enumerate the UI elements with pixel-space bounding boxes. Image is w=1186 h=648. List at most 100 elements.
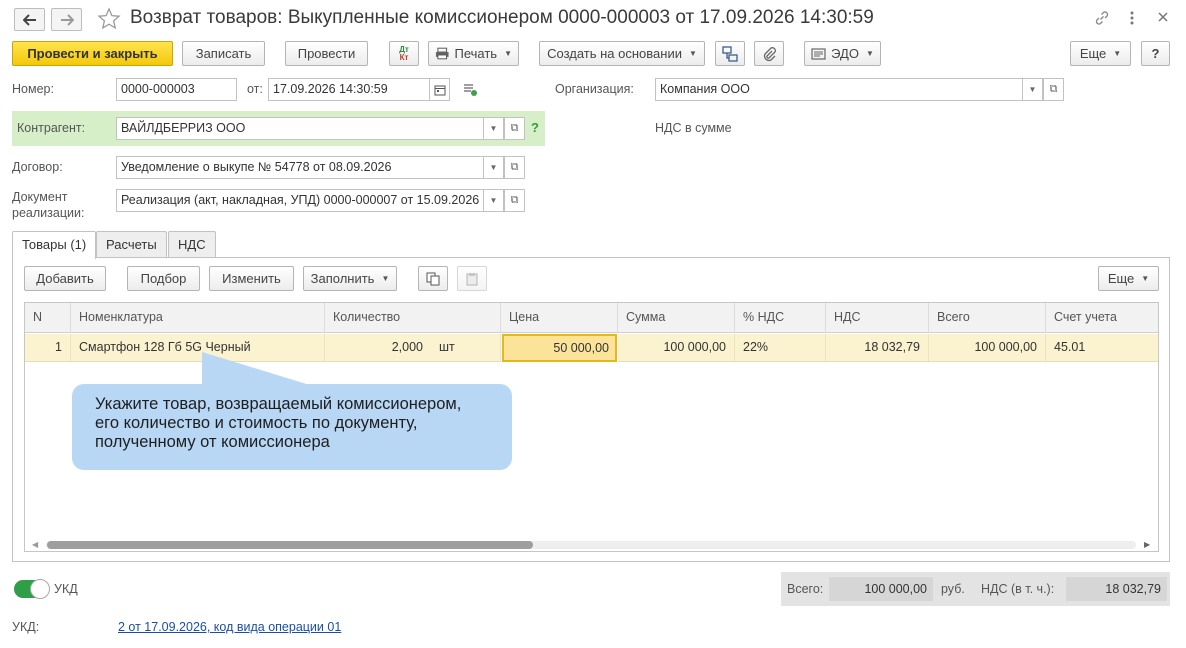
- column-header-price[interactable]: Цена: [501, 303, 618, 333]
- open-window-icon: ⧉: [510, 122, 519, 134]
- contract-field[interactable]: Уведомление о выкупе № 54778 от 08.09.20…: [116, 156, 484, 179]
- total-label: Всего:: [787, 582, 824, 596]
- add-row-button[interactable]: Добавить: [24, 266, 106, 291]
- number-field[interactable]: 0000-000003: [116, 78, 237, 101]
- post-button[interactable]: Провести: [285, 41, 368, 66]
- vat-total-value: 18 032,79: [1066, 577, 1167, 601]
- back-button[interactable]: [14, 8, 45, 31]
- dt-kt-button[interactable]: Дт Кт: [389, 41, 419, 66]
- number-history-icon[interactable]: [462, 83, 478, 100]
- ukd-label: УКД:: [12, 620, 40, 634]
- chevron-down-icon: ▼: [381, 274, 390, 283]
- chevron-down-icon: ▼: [1028, 85, 1037, 94]
- column-header-account[interactable]: Счет учета: [1046, 303, 1158, 333]
- chevron-down-icon: ▼: [1141, 274, 1150, 283]
- print-button[interactable]: Печать ▼: [428, 41, 519, 66]
- column-header-n[interactable]: N: [25, 303, 71, 333]
- table-more-button[interactable]: Еще ▼: [1098, 266, 1159, 291]
- sale-document-field[interactable]: Реализация (акт, накладная, УПД) 0000-00…: [116, 189, 484, 212]
- open-window-icon: ⧉: [1049, 83, 1058, 95]
- ukd-toggle-label: УКД: [54, 582, 78, 596]
- chevron-down-icon: ▼: [688, 49, 697, 58]
- scrollbar-thumb[interactable]: [47, 541, 533, 549]
- help-button[interactable]: ?: [1141, 41, 1170, 66]
- cell-vat[interactable]: 18 032,79: [826, 334, 929, 362]
- column-header-item[interactable]: Номенклатура: [71, 303, 325, 333]
- hint-callout: Укажите товар, возвращаемый комиссионеро…: [72, 384, 512, 470]
- sale-doc-label-line1: Документ: [12, 190, 68, 204]
- dt-kt-icon: Дт Кт: [399, 44, 409, 62]
- cell-unit[interactable]: шт: [431, 334, 501, 362]
- contract-label: Договор:: [12, 160, 63, 174]
- attach-button[interactable]: [754, 41, 784, 66]
- scroll-left-icon[interactable]: ◀: [32, 540, 38, 549]
- contract-open-button[interactable]: ⧉: [504, 156, 525, 179]
- edo-icon: [811, 47, 826, 60]
- copy-rows-button[interactable]: [418, 266, 448, 291]
- cell-n[interactable]: 1: [25, 334, 71, 362]
- create-based-on-button[interactable]: Создать на основании ▼: [539, 41, 705, 66]
- chevron-down-icon: ▼: [865, 49, 874, 58]
- calendar-icon: [434, 85, 445, 95]
- copy-icon: [426, 272, 440, 285]
- contract-dropdown-button[interactable]: ▼: [483, 156, 504, 179]
- counterparty-open-button[interactable]: ⧉: [504, 117, 525, 140]
- paste-rows-button[interactable]: [457, 266, 487, 291]
- column-header-vat-rate[interactable]: % НДС: [735, 303, 826, 333]
- scroll-right-icon[interactable]: ▶: [1144, 540, 1150, 549]
- tab-vat[interactable]: НДС: [168, 231, 216, 258]
- vat-mode-link[interactable]: НДС в сумме: [655, 121, 732, 135]
- cell-total[interactable]: 100 000,00: [929, 334, 1046, 362]
- column-header-sum[interactable]: Сумма: [618, 303, 735, 333]
- column-header-total[interactable]: Всего: [929, 303, 1046, 333]
- counterparty-field[interactable]: ВАЙЛДБЕРРИЗ ООО: [116, 117, 484, 140]
- sale-doc-open-button[interactable]: ⧉: [504, 189, 525, 212]
- calendar-button[interactable]: [429, 78, 450, 101]
- counterparty-dropdown-button[interactable]: ▼: [483, 117, 504, 140]
- cell-vat-rate[interactable]: 22%: [735, 334, 826, 362]
- cell-account[interactable]: 45.01: [1046, 334, 1158, 362]
- printer-icon: [435, 47, 449, 60]
- save-button[interactable]: Записать: [182, 41, 265, 66]
- arrow-left-icon: [22, 13, 36, 26]
- counterparty-help-icon[interactable]: ?: [531, 120, 539, 135]
- structure-button[interactable]: [715, 41, 745, 66]
- close-icon[interactable]: [1157, 10, 1169, 26]
- cell-price[interactable]: 50 000,00: [502, 334, 617, 362]
- forward-button[interactable]: [51, 8, 82, 31]
- chevron-down-icon: ▼: [489, 196, 498, 205]
- organization-dropdown-button[interactable]: ▼: [1022, 78, 1043, 101]
- organization-field[interactable]: Компания ООО: [655, 78, 1023, 101]
- pick-button[interactable]: Подбор: [127, 266, 200, 291]
- total-value: 100 000,00: [829, 577, 933, 601]
- chevron-down-icon: ▼: [504, 49, 512, 58]
- tab-settlements[interactable]: Расчеты: [96, 231, 167, 258]
- post-and-close-button[interactable]: Провести и закрыть: [12, 41, 173, 66]
- edo-button[interactable]: ЭДО ▼: [804, 41, 881, 66]
- more-vertical-icon[interactable]: [1128, 10, 1136, 29]
- chevron-down-icon: ▼: [489, 163, 498, 172]
- column-header-quantity[interactable]: Количество: [325, 303, 501, 333]
- more-button[interactable]: Еще ▼: [1070, 41, 1131, 66]
- date-label: от:: [247, 82, 263, 96]
- chevron-down-icon: ▼: [1113, 49, 1122, 58]
- column-header-vat[interactable]: НДС: [826, 303, 929, 333]
- currency-label: руб.: [941, 582, 965, 596]
- change-button[interactable]: Изменить: [209, 266, 294, 291]
- organization-open-button[interactable]: ⧉: [1043, 78, 1064, 101]
- date-field[interactable]: 17.09.2026 14:30:59: [268, 78, 430, 101]
- cell-sum[interactable]: 100 000,00: [618, 334, 735, 362]
- tab-goods[interactable]: Товары (1): [12, 231, 97, 259]
- window-title: Возврат товаров: Выкупленные комиссионер…: [130, 7, 874, 28]
- cell-quantity[interactable]: 2,000: [325, 334, 431, 362]
- ukd-document-link[interactable]: 2 от 17.09.2026, код вида операции 01: [118, 620, 341, 634]
- link-icon[interactable]: [1094, 10, 1110, 29]
- fill-button[interactable]: Заполнить ▼: [303, 266, 397, 291]
- chevron-down-icon: ▼: [489, 124, 498, 133]
- ukd-toggle-knob[interactable]: [30, 579, 50, 599]
- sale-doc-dropdown-button[interactable]: ▼: [483, 189, 504, 212]
- open-window-icon: ⧉: [510, 194, 519, 206]
- favorite-star-icon[interactable]: [97, 7, 121, 34]
- document-structure-icon: [722, 45, 738, 62]
- open-window-icon: ⧉: [510, 161, 519, 173]
